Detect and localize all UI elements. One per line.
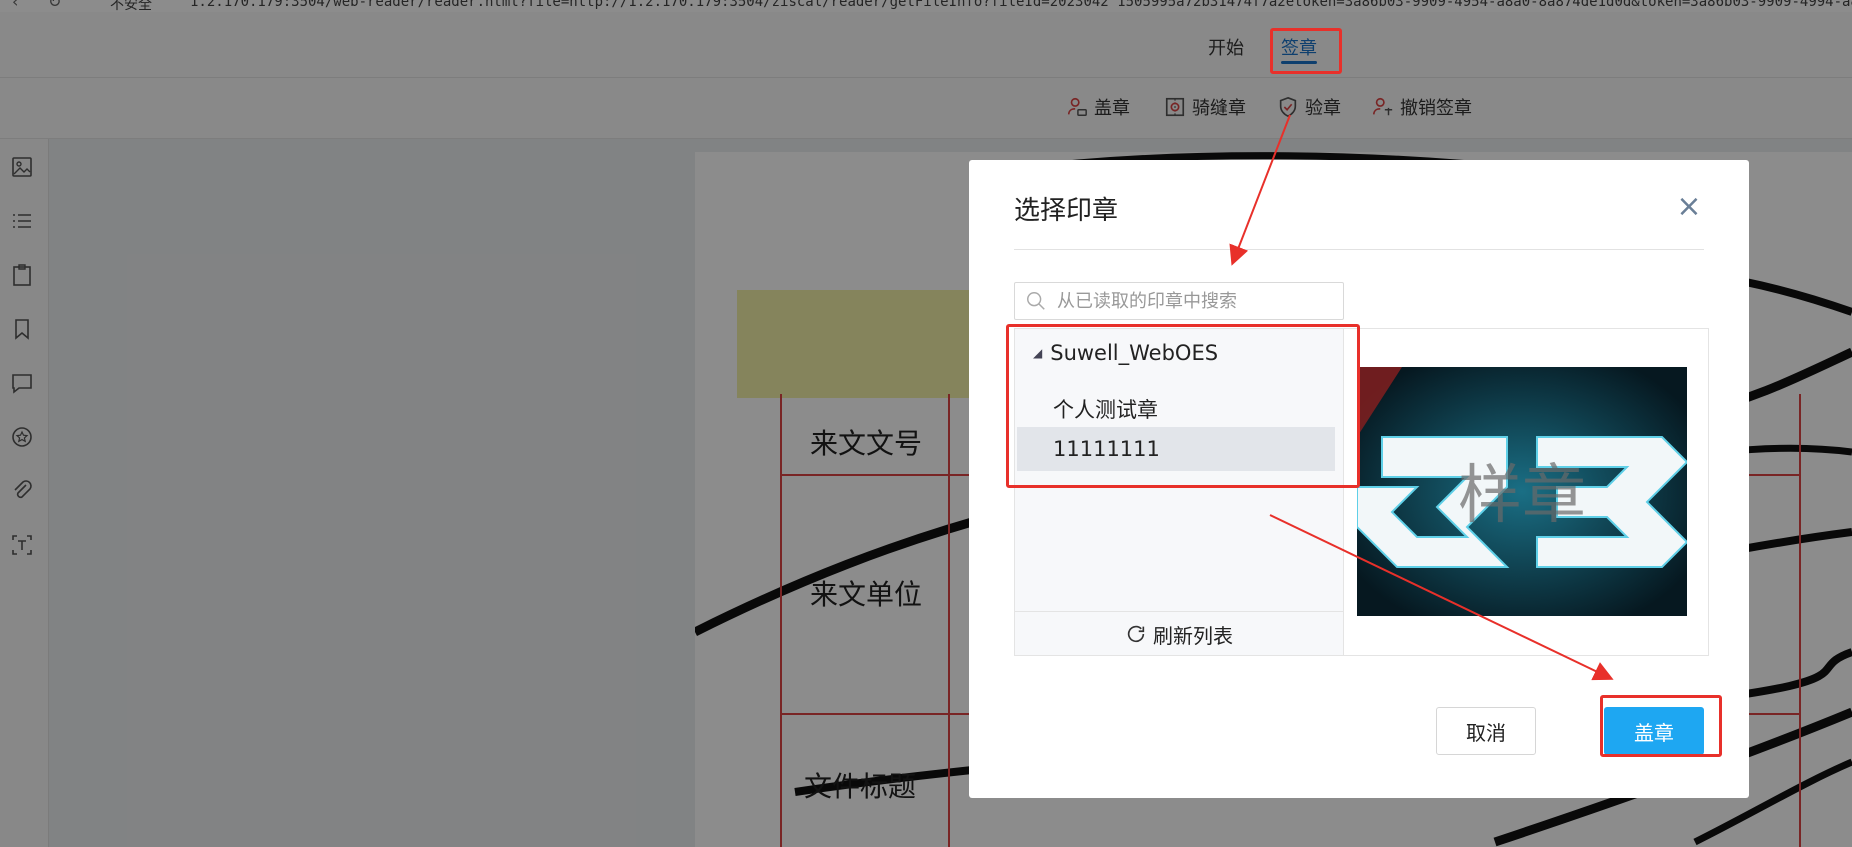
tree-item-11111111[interactable]: 11111111 — [1017, 427, 1335, 471]
tree-item-label: 个人测试章 — [1053, 398, 1158, 422]
caret-down-icon[interactable]: ◢ — [1033, 346, 1042, 360]
seal-preview-panel: 样章 — [1343, 328, 1709, 656]
seal-tree-panel: ◢ Suwell_WebOES 个人测试章 11111111 刷新列表 — [1014, 328, 1344, 656]
seal-search-input[interactable] — [1055, 289, 1339, 313]
dialog-title: 选择印章 — [1014, 196, 1119, 226]
refresh-icon — [1127, 625, 1145, 643]
cancel-button[interactable]: 取消 — [1436, 707, 1536, 755]
refresh-label: 刷新列表 — [1153, 623, 1233, 648]
seal-watermark: 样章 — [1458, 459, 1586, 533]
refresh-list-button[interactable]: 刷新列表 — [1015, 611, 1343, 656]
tree-root-node[interactable]: ◢ Suwell_WebOES — [1033, 341, 1218, 365]
close-icon[interactable]: × — [1674, 192, 1704, 222]
tree-item-label: 11111111 — [1053, 437, 1160, 461]
title-divider — [1014, 249, 1704, 250]
seal-search-box — [1014, 282, 1344, 320]
tree-item-personal-test-seal[interactable]: 个人测试章 — [1017, 387, 1335, 431]
seal-preview-image: 样章 — [1357, 367, 1687, 616]
search-icon — [1027, 292, 1045, 310]
tree-root-label: Suwell_WebOES — [1050, 341, 1219, 365]
confirm-stamp-button[interactable]: 盖章 — [1604, 707, 1704, 755]
select-seal-dialog: 选择印章 × ◢ Suwell_WebOES 个人测试章 11111111 刷新… — [969, 160, 1749, 798]
